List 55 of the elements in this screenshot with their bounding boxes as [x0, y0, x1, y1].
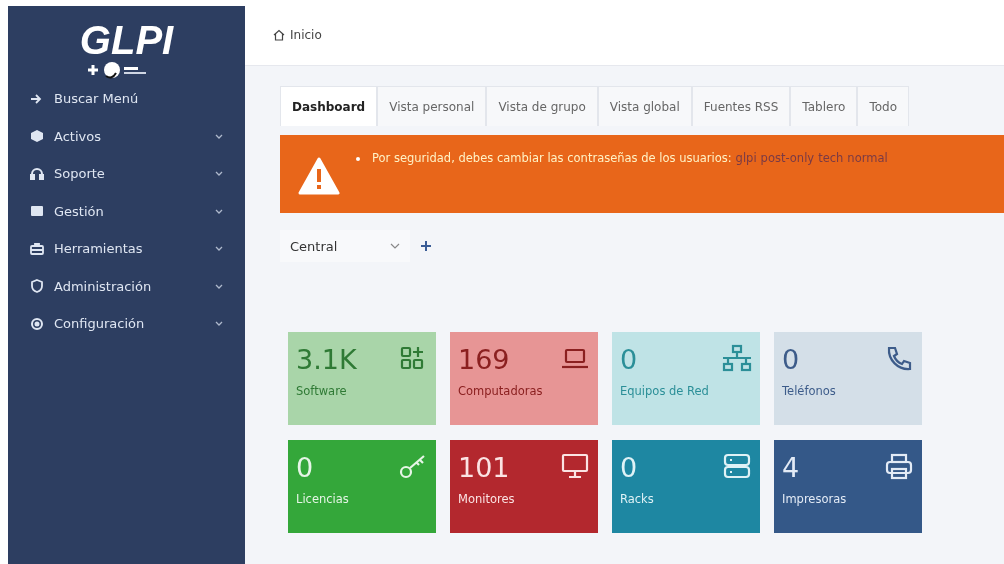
stat-label: Teléfonos — [782, 384, 837, 398]
tab[interactable]: Todo — [857, 86, 909, 126]
tab[interactable]: Vista personal — [377, 86, 487, 126]
home-icon — [273, 29, 285, 41]
menu-item[interactable]: Configuración — [8, 305, 245, 343]
warning-icon — [298, 157, 340, 195]
stat-label: Software — [296, 384, 348, 398]
menu-icon — [30, 91, 44, 106]
menu-icon — [30, 279, 44, 294]
bullet-icon — [356, 157, 360, 161]
menu-item[interactable]: Administración — [8, 267, 245, 305]
stat-value: 0 — [782, 343, 800, 377]
tab[interactable]: Fuentes RSS — [691, 86, 791, 126]
stat-value: 4 — [782, 451, 800, 485]
network-icon — [722, 344, 752, 374]
menu-icon — [30, 166, 44, 181]
stat-card[interactable]: 4 Impresoras — [774, 440, 922, 533]
stat-label: Equipos de Red — [620, 384, 710, 398]
logo: GLPI — [79, 20, 174, 60]
stat-value: 101 — [458, 451, 510, 485]
menu-item[interactable]: Gestión — [8, 192, 245, 230]
stat-label: Impresoras — [782, 492, 848, 506]
stat-label: Licencias — [296, 492, 350, 506]
add-icon[interactable] — [420, 240, 432, 252]
stat-value: 0 — [296, 451, 314, 485]
stat-value: 0 — [620, 343, 638, 377]
menu-item[interactable]: Buscar Menú — [8, 80, 245, 118]
stat-card[interactable]: 3.1K Software — [288, 332, 436, 425]
tab[interactable]: Tablero — [790, 86, 858, 126]
stat-value: 3.1K — [296, 343, 357, 377]
stat-value: 169 — [458, 343, 510, 377]
stat-card[interactable]: 0 Racks — [612, 440, 760, 533]
menu-icon — [30, 204, 44, 219]
menu-icon — [30, 129, 44, 144]
menu-icon — [30, 241, 44, 256]
home-breadcrumb[interactable]: Inicio — [273, 28, 322, 42]
stat-card[interactable]: 0 Equipos de Red — [612, 332, 760, 425]
tab[interactable]: Vista de grupo — [486, 86, 598, 126]
stat-label: Computadoras — [458, 384, 544, 398]
stat-label: Racks — [620, 492, 655, 506]
chevron-down-icon — [390, 243, 400, 249]
menu-item[interactable]: Activos — [8, 117, 245, 155]
stat-card[interactable]: 169 Computadoras — [450, 332, 598, 425]
tab[interactable]: Vista global — [597, 86, 692, 126]
stat-label: Monitores — [458, 492, 516, 506]
printer-icon — [884, 452, 914, 482]
stat-value: 0 — [620, 451, 638, 485]
dashboard-select[interactable]: Central — [280, 230, 410, 262]
alert-message: Por seguridad, debes cambiar las contraseñas de los usuarios: — [372, 150, 732, 167]
stat-card[interactable]: 101 Monitores — [450, 440, 598, 533]
menu-item[interactable]: Soporte — [8, 155, 245, 193]
menu-item[interactable]: Herramientas — [8, 230, 245, 268]
stat-card[interactable]: 0 Teléfonos — [774, 332, 922, 425]
menu-icon — [30, 316, 44, 331]
tab[interactable]: Dashboard — [280, 86, 378, 126]
